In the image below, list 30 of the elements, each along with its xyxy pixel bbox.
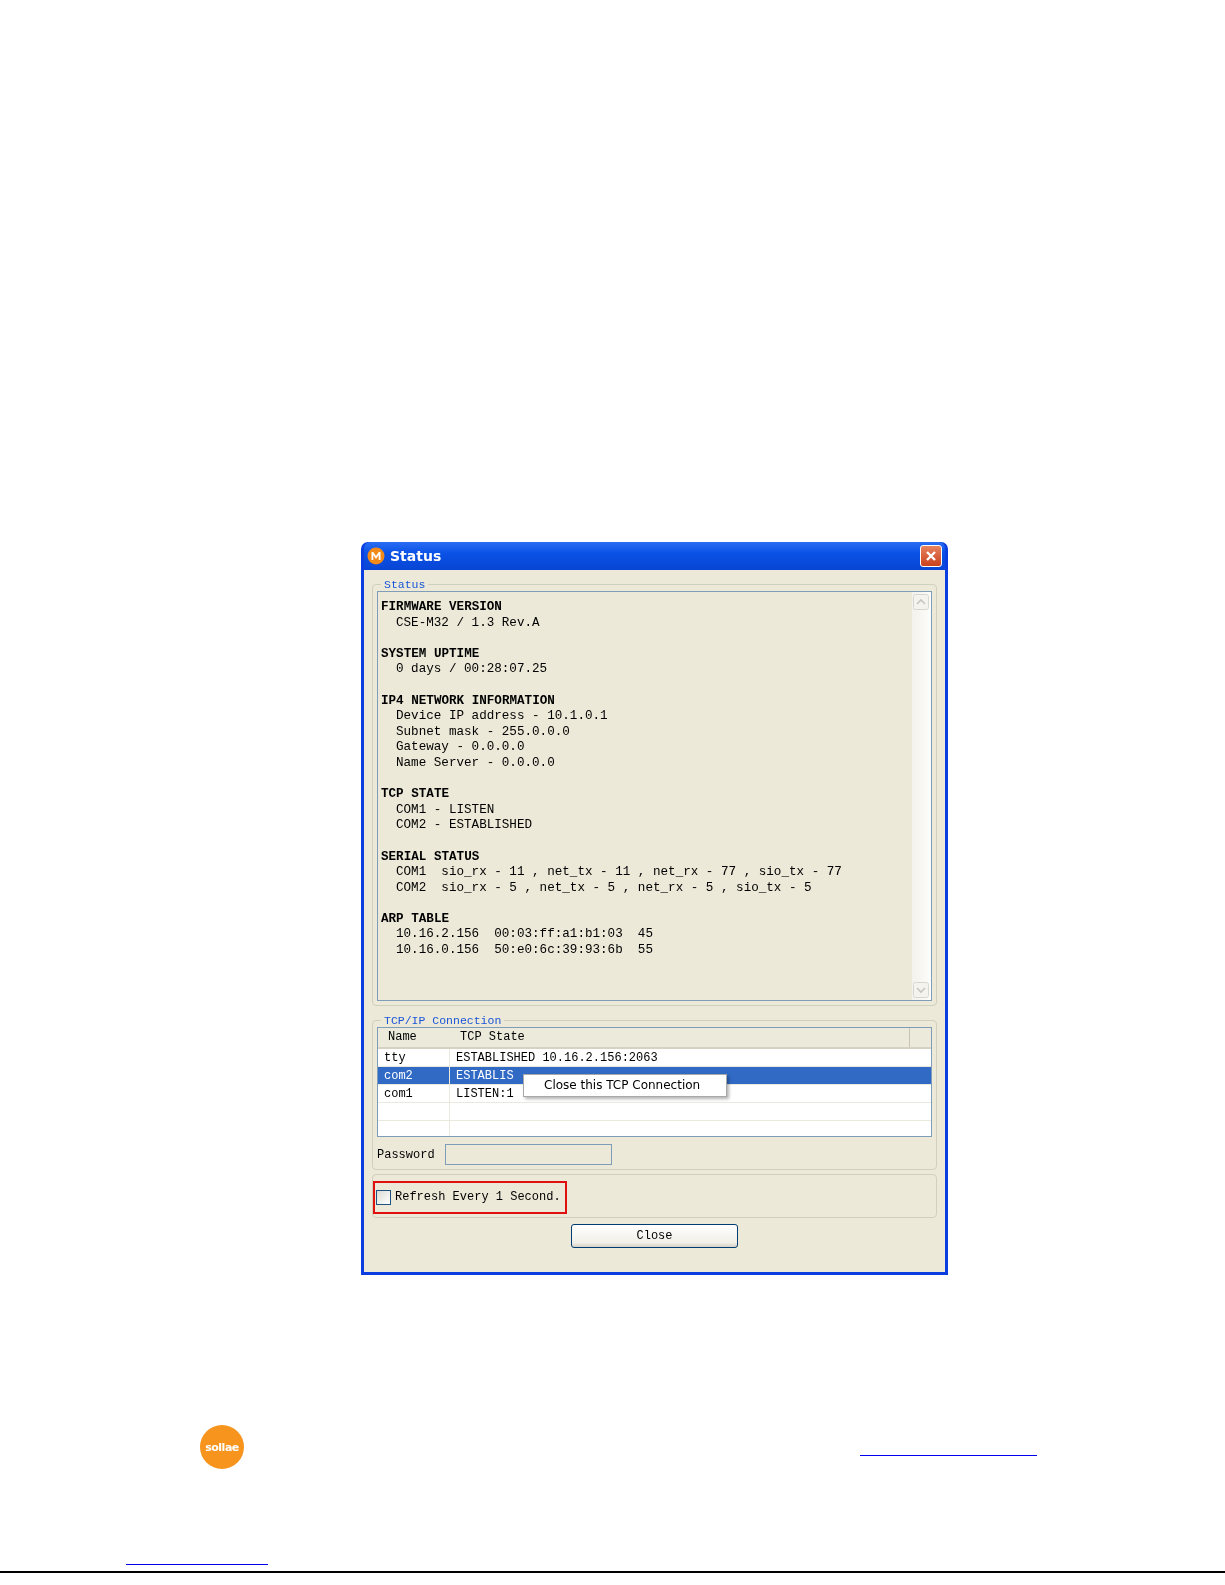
section-heading: ARP TABLE: [381, 911, 451, 928]
status-line: 10.16.2.156 00:03:ff:a1:b1:03 45: [395, 927, 654, 944]
table-cell: com2: [378, 1067, 450, 1084]
table-cell: tty: [378, 1049, 450, 1066]
table-cell-text: ESTABLIS: [455, 1067, 515, 1084]
group-title: Status: [383, 578, 427, 591]
section-heading: IP4 NETWORK INFORMATION: [381, 693, 556, 710]
status-line: COM1 sio_rx - 11 , net_tx - 11 , net_rx - 77 , sio_tx - 77: [395, 865, 843, 881]
table-cell-text: LISTEN:1: [455, 1085, 515, 1102]
company-logo: sollae: [200, 1425, 244, 1469]
section-heading: TCP STATE: [381, 787, 451, 803]
status-line: COM1 - LISTEN: [395, 802, 496, 819]
status-line: CSE-M32 / 1.3 Rev.A: [395, 615, 541, 632]
status-line: Subnet mask - 255.0.0.0: [395, 724, 571, 741]
window-title: Status: [390, 548, 443, 564]
status-line: 0 days / 00:28:07.25: [395, 662, 549, 678]
field-label: Password: [377, 1147, 435, 1162]
section-heading: FIRMWARE VERSION: [381, 600, 503, 616]
status-line: COM2 sio_rx - 5 , net_tx - 5 , net_rx - 5 , sio_tx - 5: [395, 880, 813, 897]
table-cell-text: ESTABLISHED 10.16.2.156:2063: [455, 1049, 659, 1066]
status-line: COM2 - ESTABLISHED: [395, 818, 534, 834]
table-cell: com1: [378, 1085, 450, 1102]
section-heading: SYSTEM UPTIME: [381, 646, 481, 663]
status-line: Device IP address - 10.1.0.1: [395, 709, 609, 725]
status-line: Gateway - 0.0.0.0: [395, 740, 526, 756]
section-heading: SERIAL STATUS: [381, 849, 481, 866]
status-line: 10.16.0.156 50:e0:6c:39:93:6b 55: [395, 943, 654, 959]
group-title: TCP/IP Connection: [383, 1014, 503, 1027]
status-line: Name Server - 0.0.0.0: [395, 755, 556, 772]
checkbox-label: Refresh Every 1 Second.: [395, 1190, 561, 1204]
